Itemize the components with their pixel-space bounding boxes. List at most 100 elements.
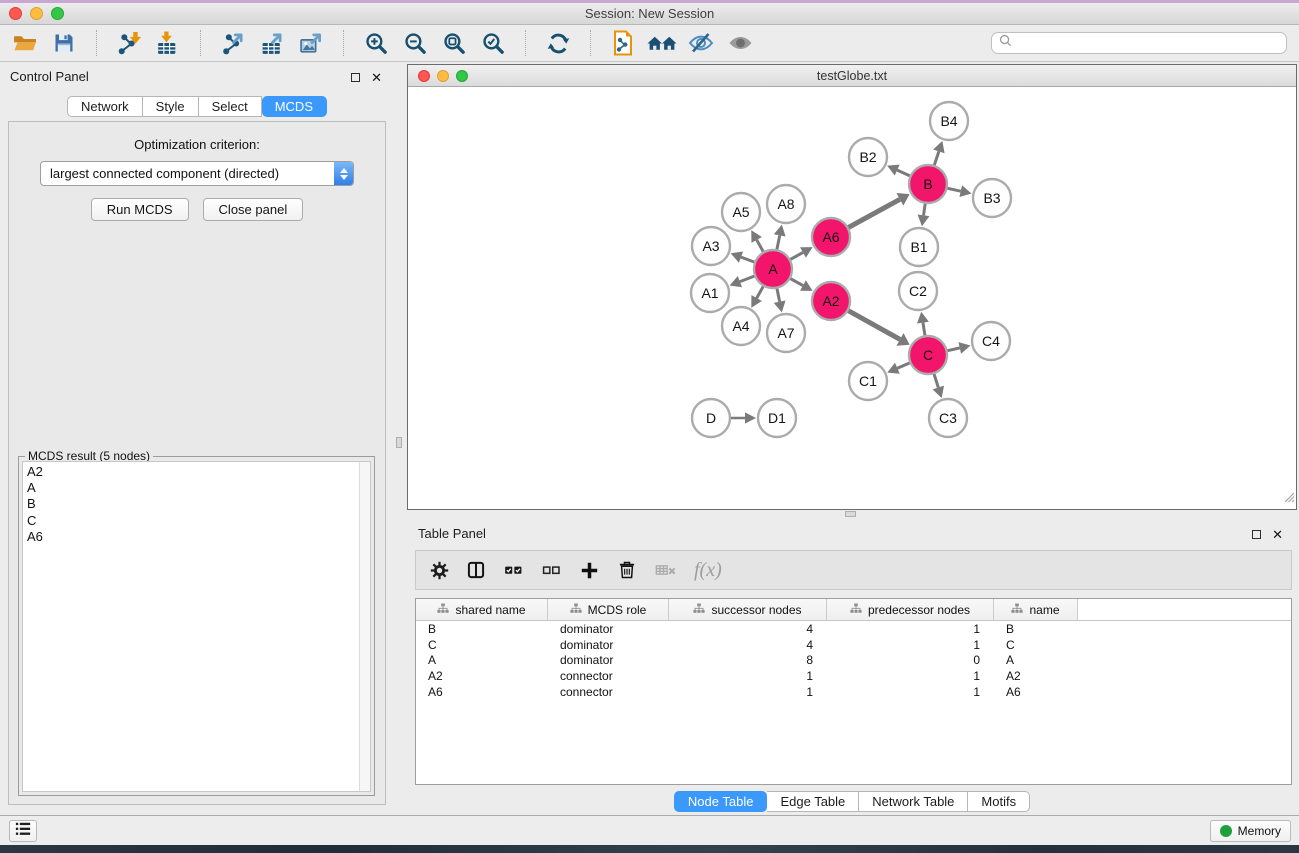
column-header-name[interactable]: name [994,599,1078,620]
graph-node-D1[interactable]: D1 [758,399,796,437]
table-row[interactable]: Bdominator41B [416,621,1291,637]
memory-button[interactable]: Memory [1210,820,1291,842]
attribute-icon [570,603,582,617]
mcds-result-item[interactable]: A2 [27,464,370,480]
float-table-panel-icon[interactable] [1252,526,1261,544]
tab-network[interactable]: Network [67,96,143,117]
toolbar-separator [525,30,526,56]
mcds-result-item[interactable]: C [27,513,370,529]
column-header-predecessor-nodes[interactable]: predecessor nodes [827,599,994,620]
zoom-in-button[interactable] [361,28,391,58]
svg-text:A2: A2 [822,293,839,309]
tab-motifs[interactable]: Motifs [968,791,1030,812]
tab-mcds[interactable]: MCDS [262,96,327,117]
close-panel-button[interactable]: Close panel [203,198,304,221]
scrollbar-track[interactable] [359,462,370,791]
graph-node-A4[interactable]: A4 [722,307,760,345]
graph-node-A1[interactable]: A1 [691,274,729,312]
graph-node-B4[interactable]: B4 [930,102,968,140]
hide-selected-button[interactable] [686,28,716,58]
table-row[interactable]: Cdominator41C [416,637,1291,653]
graph-node-C2[interactable]: C2 [899,272,937,310]
zoom-network-window-button[interactable] [456,70,468,82]
table-row[interactable]: A2connector11A2 [416,668,1291,684]
column-header-shared-name[interactable]: shared name [416,599,548,620]
graph-node-C3[interactable]: C3 [929,399,967,437]
task-history-button[interactable] [9,820,37,842]
deselect-all-button[interactable] [541,560,562,580]
new-network-from-selection-button[interactable] [608,28,638,58]
network-canvas[interactable]: B4 B2 B B3 A8 A5 A6 B1 A3 A C2 A1 A2 A4A7 C4 C C1 C3 D D1 [408,88,1296,509]
graph-node-A[interactable]: A [754,250,792,288]
float-panel-icon[interactable] [351,69,360,87]
zoom-window-button[interactable] [51,7,64,20]
import-network-button[interactable] [114,28,144,58]
tab-select[interactable]: Select [199,96,262,117]
open-file-button[interactable] [10,28,40,58]
search-input[interactable] [1017,35,1279,51]
graph-node-A2[interactable]: A2 [812,282,850,320]
minimize-window-button[interactable] [30,7,43,20]
graph-node-D[interactable]: D [692,399,730,437]
export-table-button[interactable] [257,28,287,58]
import-table-button[interactable] [153,28,183,58]
svg-text:D1: D1 [768,410,786,426]
tab-edge-table[interactable]: Edge Table [767,791,859,812]
svg-text:A8: A8 [777,196,794,212]
graph-node-C[interactable]: C [909,336,947,374]
svg-text:B4: B4 [940,113,957,129]
horizontal-splitter-handle[interactable] [845,511,856,517]
mcds-result-list[interactable]: A2ABCA6 [22,461,371,792]
show-columns-button[interactable] [466,560,486,580]
network-window-titlebar[interactable]: testGlobe.txt [408,65,1296,87]
graph-node-B1[interactable]: B1 [900,228,938,266]
column-header-MCDS-role[interactable]: MCDS role [548,599,669,620]
app-title: Session: New Session [0,6,1299,21]
table-row[interactable]: A6connector11A6 [416,684,1291,700]
export-network-button[interactable] [218,28,248,58]
graph-node-C1[interactable]: C1 [849,362,887,400]
svg-text:A6: A6 [822,229,839,245]
table-row[interactable]: Adominator80A [416,653,1291,669]
export-image-button[interactable] [296,28,326,58]
graph-node-A6[interactable]: A6 [812,218,850,256]
run-mcds-button[interactable]: Run MCDS [91,198,189,221]
table-cell: B [994,622,1078,636]
zoom-selected-button[interactable] [478,28,508,58]
table-settings-button[interactable] [430,561,449,580]
tab-node-table[interactable]: Node Table [674,791,768,812]
network-graph[interactable]: B4 B2 B B3 A8 A5 A6 B1 A3 A C2 A1 A2 A4A7 C4 C C1 C3 D D1 [408,88,1296,509]
graph-node-B3[interactable]: B3 [973,179,1011,217]
close-panel-icon[interactable]: ✕ [371,69,382,87]
minimize-network-window-button[interactable] [437,70,449,82]
graph-node-A5[interactable]: A5 [722,193,760,231]
mcds-result-item[interactable]: A6 [27,529,370,545]
graph-node-C4[interactable]: C4 [972,322,1010,360]
column-header-successor-nodes[interactable]: successor nodes [669,599,827,620]
delete-columns-button[interactable] [617,560,637,580]
first-neighbors-button[interactable] [647,28,677,58]
zoom-out-button[interactable] [400,28,430,58]
mcds-result-item[interactable]: A [27,480,370,496]
resize-grip-icon[interactable] [1283,490,1295,508]
close-window-button[interactable] [9,7,22,20]
save-session-button[interactable] [49,28,79,58]
graph-node-A7[interactable]: A7 [767,314,805,352]
tab-network-table[interactable]: Network Table [859,791,968,812]
vertical-splitter-handle[interactable] [396,437,402,448]
graph-node-B[interactable]: B [909,165,947,203]
criterion-dropdown[interactable]: largest connected component (directed) [40,161,354,186]
close-network-window-button[interactable] [418,70,430,82]
close-table-panel-icon[interactable]: ✕ [1272,526,1283,544]
apply-layout-button[interactable] [543,28,573,58]
zoom-fit-button[interactable] [439,28,469,58]
graph-node-A8[interactable]: A8 [767,185,805,223]
add-column-button[interactable] [579,560,600,581]
select-all-button[interactable] [503,560,524,580]
search-box[interactable] [991,32,1287,54]
graph-node-B2[interactable]: B2 [849,138,887,176]
graph-node-A3[interactable]: A3 [692,227,730,265]
mcds-result-item[interactable]: B [27,496,370,512]
tab-style[interactable]: Style [143,96,199,117]
app-window: Session: New Session Control Panel ✕ Net… [0,3,1299,845]
